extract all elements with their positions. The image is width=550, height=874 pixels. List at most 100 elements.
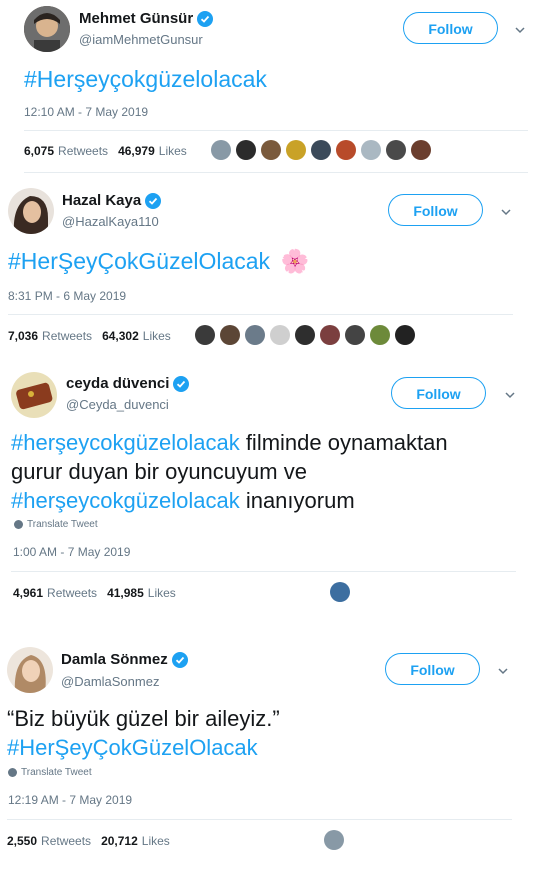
- like-count[interactable]: 41,985: [107, 586, 144, 600]
- verified-badge-icon: [173, 375, 190, 392]
- tweet-text-line: inanıyorum: [239, 488, 355, 513]
- tweet-text-line: “Biz büyük güzel bir aileyiz.”: [7, 706, 280, 731]
- liker-avatars: [324, 830, 349, 850]
- timestamp[interactable]: 8:31 PM - 6 May 2019: [8, 289, 126, 303]
- hashtag-link[interactable]: #herşeycokgüzelolacak: [11, 430, 240, 455]
- hashtag-link[interactable]: #Herşeyçokgüzelolacak: [24, 66, 267, 92]
- liker-avatar[interactable]: [311, 140, 331, 160]
- tweet-text-line: filminde oynamaktan: [239, 430, 448, 455]
- tweet-text: #herşeycokgüzelolacak filminde oynamakta…: [11, 428, 448, 515]
- user-handle[interactable]: @iamMehmetGunsur: [79, 32, 203, 47]
- user-handle[interactable]: @HazalKaya110: [62, 214, 159, 229]
- avatar[interactable]: [11, 372, 57, 418]
- verified-badge-icon: [171, 651, 188, 668]
- liker-avatar[interactable]: [211, 140, 231, 160]
- display-name[interactable]: ceyda düvenci: [66, 375, 169, 392]
- user-handle[interactable]: @Ceyda_duvenci: [66, 397, 169, 412]
- liker-avatar[interactable]: [411, 140, 431, 160]
- display-name[interactable]: Mehmet Günsür: [79, 10, 193, 27]
- chevron-down-icon[interactable]: [504, 389, 516, 401]
- liker-avatar[interactable]: [220, 325, 240, 345]
- likes-label[interactable]: Likes: [159, 144, 187, 158]
- liker-avatar[interactable]: [236, 140, 256, 160]
- follow-button[interactable]: Follow: [391, 377, 486, 409]
- tweet-4: Damla Sönmez @DamlaSonmez Follow “Biz bü…: [0, 641, 550, 871]
- liker-avatar[interactable]: [286, 140, 306, 160]
- engagement-stats: 7,036 Retweets 64,302 Likes: [8, 329, 181, 343]
- avatar[interactable]: [24, 6, 70, 52]
- liker-avatar[interactable]: [295, 325, 315, 345]
- tweet-text-line: gurur duyan bir oyuncuyum ve: [11, 459, 307, 484]
- likes-label[interactable]: Likes: [148, 586, 176, 600]
- chevron-down-icon[interactable]: [514, 24, 526, 36]
- like-count[interactable]: 46,979: [118, 144, 155, 158]
- tweet-text: #Herşeyçokgüzelolacak: [24, 65, 267, 94]
- liker-avatars: [211, 140, 436, 160]
- liker-avatar[interactable]: [395, 325, 415, 345]
- liker-avatar[interactable]: [320, 325, 340, 345]
- likes-label[interactable]: Likes: [142, 834, 170, 848]
- like-count[interactable]: 64,302: [102, 329, 139, 343]
- cherry-blossom-emoji: 🌸: [280, 248, 310, 274]
- liker-avatar[interactable]: [195, 325, 215, 345]
- chevron-down-icon[interactable]: [500, 206, 512, 218]
- retweets-label[interactable]: Retweets: [47, 586, 97, 600]
- hashtag-link[interactable]: #herşeycokgüzelolacak: [11, 488, 240, 513]
- verified-badge-icon: [145, 192, 162, 209]
- liker-avatars: [195, 325, 420, 345]
- globe-icon: [14, 520, 23, 529]
- liker-avatar[interactable]: [370, 325, 390, 345]
- liker-avatar[interactable]: [261, 140, 281, 160]
- timestamp[interactable]: 1:00 AM - 7 May 2019: [13, 545, 130, 559]
- follow-button[interactable]: Follow: [388, 194, 483, 226]
- liker-avatar[interactable]: [336, 140, 356, 160]
- translate-label[interactable]: Translate Tweet: [27, 519, 98, 530]
- tweet-2: Hazal Kaya @HazalKaya110 Follow #HerŞeyÇ…: [0, 184, 550, 360]
- user-handle[interactable]: @DamlaSonmez: [61, 674, 159, 689]
- chevron-down-icon[interactable]: [497, 665, 509, 677]
- like-count[interactable]: 20,712: [101, 834, 138, 848]
- engagement-stats: 4,961 Retweets 41,985 Likes: [13, 586, 186, 600]
- verified-badge-icon: [197, 10, 214, 27]
- engagement-stats: 6,075 Retweets 46,979 Likes: [24, 144, 197, 158]
- retweet-count[interactable]: 6,075: [24, 144, 54, 158]
- translate-tweet-link[interactable]: Translate Tweet: [8, 767, 92, 778]
- avatar[interactable]: [7, 647, 53, 693]
- tweet-text: #HerŞeyÇokGüzelOlacak 🌸: [8, 247, 309, 276]
- liker-avatars: [330, 582, 355, 602]
- hashtag-link[interactable]: #HerŞeyÇokGüzelOlacak: [8, 248, 270, 274]
- follow-button[interactable]: Follow: [385, 653, 480, 685]
- liker-avatar[interactable]: [330, 582, 350, 602]
- divider: [11, 571, 516, 572]
- display-name[interactable]: Damla Sönmez: [61, 651, 168, 668]
- display-name[interactable]: Hazal Kaya: [62, 192, 141, 209]
- liker-avatar[interactable]: [324, 830, 344, 850]
- retweets-label[interactable]: Retweets: [41, 834, 91, 848]
- liker-avatar[interactable]: [270, 325, 290, 345]
- liker-avatar[interactable]: [345, 325, 365, 345]
- hashtag-link[interactable]: #HerŞeyÇokGüzelOlacak: [7, 735, 258, 760]
- tweet-1: Mehmet Günsür @iamMehmetGunsur Follow #H…: [0, 0, 550, 176]
- liker-avatar[interactable]: [361, 140, 381, 160]
- divider: [8, 314, 513, 315]
- retweet-count[interactable]: 2,550: [7, 834, 37, 848]
- retweet-count[interactable]: 7,036: [8, 329, 38, 343]
- divider: [24, 130, 528, 131]
- retweets-label[interactable]: Retweets: [58, 144, 108, 158]
- globe-icon: [8, 768, 17, 777]
- tweet-text: “Biz büyük güzel bir aileyiz.” #HerŞeyÇo…: [7, 704, 280, 762]
- liker-avatar[interactable]: [386, 140, 406, 160]
- tweet-3: ceyda düvenci @Ceyda_duvenci Follow #her…: [0, 366, 550, 616]
- translate-label[interactable]: Translate Tweet: [21, 767, 92, 778]
- retweets-label[interactable]: Retweets: [42, 329, 92, 343]
- translate-tweet-link[interactable]: Translate Tweet: [14, 519, 98, 530]
- timestamp[interactable]: 12:19 AM - 7 May 2019: [8, 793, 132, 807]
- timestamp[interactable]: 12:10 AM - 7 May 2019: [24, 105, 148, 119]
- follow-button[interactable]: Follow: [403, 12, 498, 44]
- avatar[interactable]: [8, 188, 54, 234]
- engagement-stats: 2,550 Retweets 20,712 Likes: [7, 834, 180, 848]
- retweet-count[interactable]: 4,961: [13, 586, 43, 600]
- liker-avatar[interactable]: [245, 325, 265, 345]
- likes-label[interactable]: Likes: [143, 329, 171, 343]
- divider: [7, 819, 512, 820]
